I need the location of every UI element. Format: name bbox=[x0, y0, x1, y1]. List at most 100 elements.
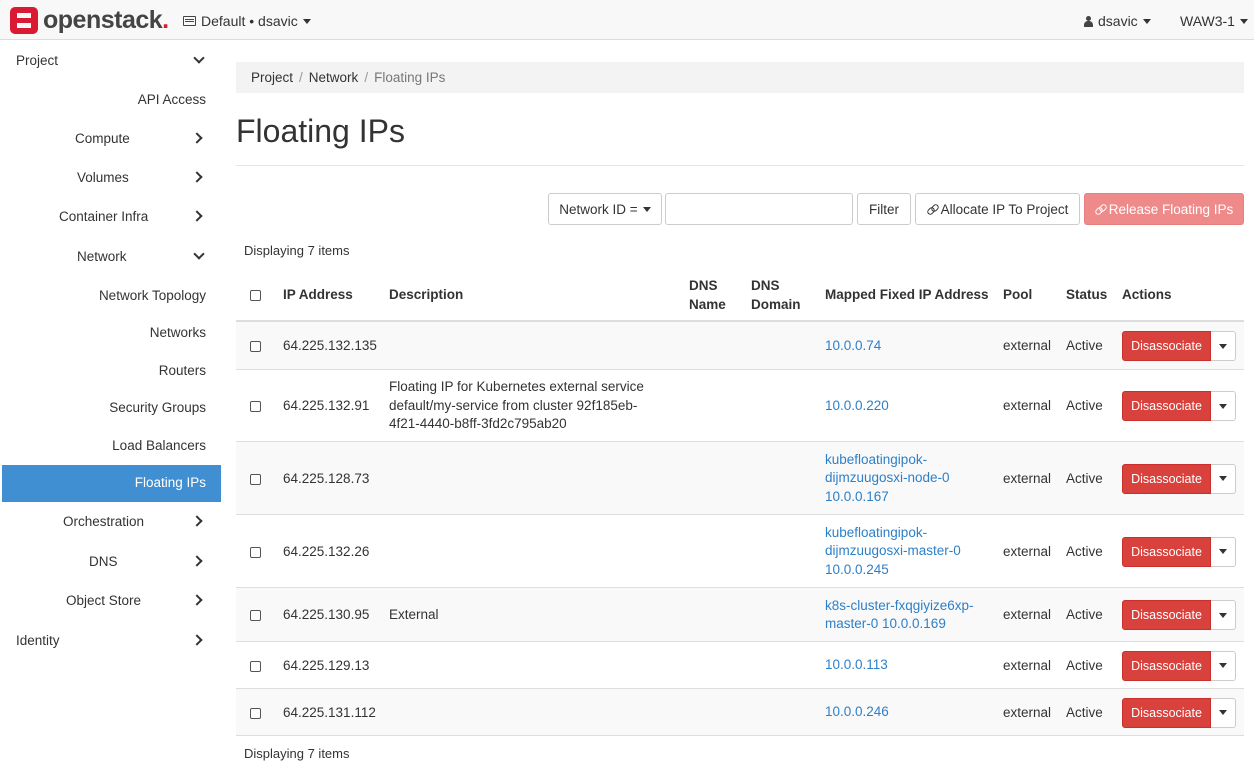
region-menu[interactable]: WAW3-1 bbox=[1180, 13, 1248, 29]
user-icon bbox=[1084, 15, 1093, 27]
sidebar-item-label: Network Topology bbox=[98, 288, 206, 303]
column-header-dns-domain-line2: Domain bbox=[751, 297, 801, 312]
row-actions-dropdown[interactable] bbox=[1211, 697, 1236, 728]
row-actions: Disassociate bbox=[1122, 463, 1236, 494]
row-checkbox[interactable] bbox=[250, 546, 261, 558]
sidebar-item-network[interactable]: Network bbox=[2, 248, 221, 268]
disassociate-button[interactable]: Disassociate bbox=[1122, 391, 1211, 421]
sidebar-item-identity[interactable]: Identity bbox=[2, 632, 221, 652]
project-switcher[interactable]: Default • dsavic bbox=[183, 13, 311, 29]
sidebar-item-label: API Access bbox=[137, 92, 206, 107]
disassociate-button[interactable]: Disassociate bbox=[1122, 697, 1211, 728]
sidebar-item-network-topology[interactable]: Network Topology bbox=[2, 287, 221, 307]
cell-mapped-ip-line: dijmzuugosxi-node-0 bbox=[825, 470, 950, 486]
row-checkbox[interactable] bbox=[250, 341, 261, 352]
cell-ip-address: 64.225.131.112 bbox=[283, 704, 376, 720]
cell-description-line: 4f21-4440-b8ff-3fd2c795ab20 bbox=[389, 416, 567, 432]
table-header: IP Address Description DNS Name DNS Domain… bbox=[236, 268, 1244, 322]
table-row: 64.225.129.13 10.0.0.113 external Active Dis… bbox=[236, 642, 1244, 689]
cell-pool: external bbox=[1003, 470, 1052, 486]
cell-mapped-ip[interactable]: kubefloatingipok-dijmzuugosxi-node-0 10.0… bbox=[825, 451, 950, 507]
cell-mapped-ip[interactable]: 10.0.0.220 bbox=[825, 397, 889, 434]
sidebar-item-project[interactable]: Project bbox=[2, 52, 221, 72]
column-header-pool[interactable]: Pool bbox=[1003, 285, 1032, 304]
disassociate-button[interactable]: Disassociate bbox=[1122, 463, 1211, 494]
disassociate-button[interactable]: Disassociate bbox=[1122, 331, 1211, 361]
allocate-ip-button[interactable]: Allocate IP To Project bbox=[915, 193, 1080, 225]
cell-description-line: Floating IP for Kubernetes external serv… bbox=[389, 379, 644, 395]
top-navbar: openstack. Default • dsavic dsavic WAW3-… bbox=[0, 0, 1254, 40]
sidebar-item-dns[interactable]: DNS bbox=[2, 553, 221, 573]
chevron-right-icon bbox=[191, 594, 203, 606]
sidebar-item-container-infra[interactable]: Container Infra bbox=[2, 208, 221, 228]
row-actions-dropdown[interactable] bbox=[1211, 536, 1236, 567]
sidebar-item-label: Compute bbox=[75, 131, 130, 146]
row-actions-dropdown[interactable] bbox=[1211, 650, 1236, 681]
cell-mapped-ip[interactable]: 10.0.0.113 bbox=[825, 656, 888, 693]
breadcrumb-network[interactable]: Network bbox=[309, 70, 359, 85]
column-header-ip[interactable]: IP Address bbox=[283, 285, 353, 304]
sidebar-item-volumes[interactable]: Volumes bbox=[2, 169, 221, 189]
breadcrumb-current: Floating IPs bbox=[374, 70, 446, 85]
disassociate-button[interactable]: Disassociate bbox=[1122, 600, 1211, 630]
cell-mapped-ip-line: 10.0.0.167 bbox=[825, 488, 889, 504]
row-checkbox[interactable] bbox=[250, 660, 261, 672]
sidebar-item-label: Identity bbox=[16, 633, 60, 648]
row-actions-dropdown[interactable] bbox=[1211, 391, 1236, 421]
cell-ip-address: 64.225.130.95 bbox=[283, 607, 370, 622]
sidebar-item-floating-ips[interactable]: Floating IPs bbox=[2, 465, 221, 502]
cell-mapped-ip[interactable]: 10.0.0.246 bbox=[825, 703, 889, 740]
sidebar-item-networks[interactable]: Networks bbox=[2, 324, 221, 344]
cell-mapped-ip-line: 10.0.0.246 bbox=[825, 704, 889, 720]
sidebar-item-api-access[interactable]: API Access bbox=[2, 91, 221, 111]
cell-mapped-ip-line: 10.0.0.74 bbox=[825, 337, 882, 353]
sidebar-item-compute[interactable]: Compute bbox=[2, 130, 221, 150]
link-icon bbox=[927, 204, 937, 214]
row-actions-dropdown[interactable] bbox=[1211, 331, 1236, 361]
user-menu[interactable]: dsavic bbox=[1084, 13, 1151, 29]
sidebar-item-label: Load Balancers bbox=[112, 438, 206, 453]
cell-mapped-ip[interactable]: kubefloatingipok-dijmzuugosxi-master-0 10… bbox=[825, 524, 961, 580]
caret-down-icon bbox=[642, 206, 651, 212]
cell-pool: external bbox=[1003, 607, 1052, 622]
row-checkbox[interactable] bbox=[250, 707, 261, 719]
breadcrumb-project[interactable]: Project bbox=[251, 70, 293, 85]
row-checkbox[interactable] bbox=[250, 401, 261, 412]
row-checkbox[interactable] bbox=[250, 610, 261, 621]
row-checkbox[interactable] bbox=[250, 473, 261, 485]
filter-input[interactable] bbox=[665, 193, 853, 225]
sidebar-item-load-balancers[interactable]: Load Balancers bbox=[2, 437, 221, 457]
column-header-status[interactable]: Status bbox=[1066, 285, 1107, 304]
row-actions: Disassociate bbox=[1122, 536, 1236, 567]
cell-mapped-ip[interactable]: 10.0.0.74 bbox=[825, 337, 881, 374]
disassociate-button[interactable]: Disassociate bbox=[1122, 650, 1211, 681]
column-header-description[interactable]: Description bbox=[389, 285, 463, 304]
select-all-checkbox[interactable] bbox=[250, 290, 261, 301]
sidebar-item-object-store[interactable]: Object Store bbox=[2, 592, 221, 612]
filter-field-select[interactable]: Network ID = bbox=[548, 193, 662, 225]
table-row: 64.225.132.91 Floating IP for Kubernetes … bbox=[236, 370, 1244, 442]
filter-button[interactable]: Filter bbox=[857, 193, 911, 225]
sidebar-item-label: Routers bbox=[158, 363, 206, 378]
openstack-logo[interactable]: openstack. bbox=[10, 6, 169, 34]
row-actions-dropdown[interactable] bbox=[1211, 600, 1236, 630]
logo-text: openstack bbox=[43, 6, 163, 34]
column-header-dns-name-line1: DNS bbox=[689, 278, 718, 293]
caret-down-icon bbox=[1142, 18, 1151, 24]
column-header-dns-domain[interactable]: DNS Domain bbox=[751, 276, 801, 314]
chevron-right-icon bbox=[191, 132, 203, 144]
cell-pool: external bbox=[1003, 398, 1052, 413]
sidebar-item-routers[interactable]: Routers bbox=[2, 362, 221, 382]
sidebar-item-security-groups[interactable]: Security Groups bbox=[2, 399, 221, 419]
column-header-mapped-ip[interactable]: Mapped Fixed IP Address bbox=[825, 285, 989, 304]
table-row: 64.225.128.73 kubefloatingipok-dijmzuugos… bbox=[236, 442, 1244, 515]
column-header-dns-name[interactable]: DNS Name bbox=[689, 276, 726, 314]
cell-mapped-ip[interactable]: k8s-cluster-fxqgiyize6xp-master-0 10.0.0… bbox=[825, 597, 974, 634]
table-row: 64.225.132.26 kubefloatingipok-dijmzuugos… bbox=[236, 515, 1244, 588]
sidebar-item-orchestration[interactable]: Orchestration bbox=[2, 513, 221, 533]
chevron-down-icon bbox=[193, 52, 205, 64]
release-floating-ips-button[interactable]: Release Floating IPs bbox=[1084, 193, 1244, 225]
disassociate-button[interactable]: Disassociate bbox=[1122, 536, 1211, 567]
row-actions-dropdown[interactable] bbox=[1211, 463, 1236, 494]
breadcrumb-separator: / bbox=[299, 70, 303, 85]
